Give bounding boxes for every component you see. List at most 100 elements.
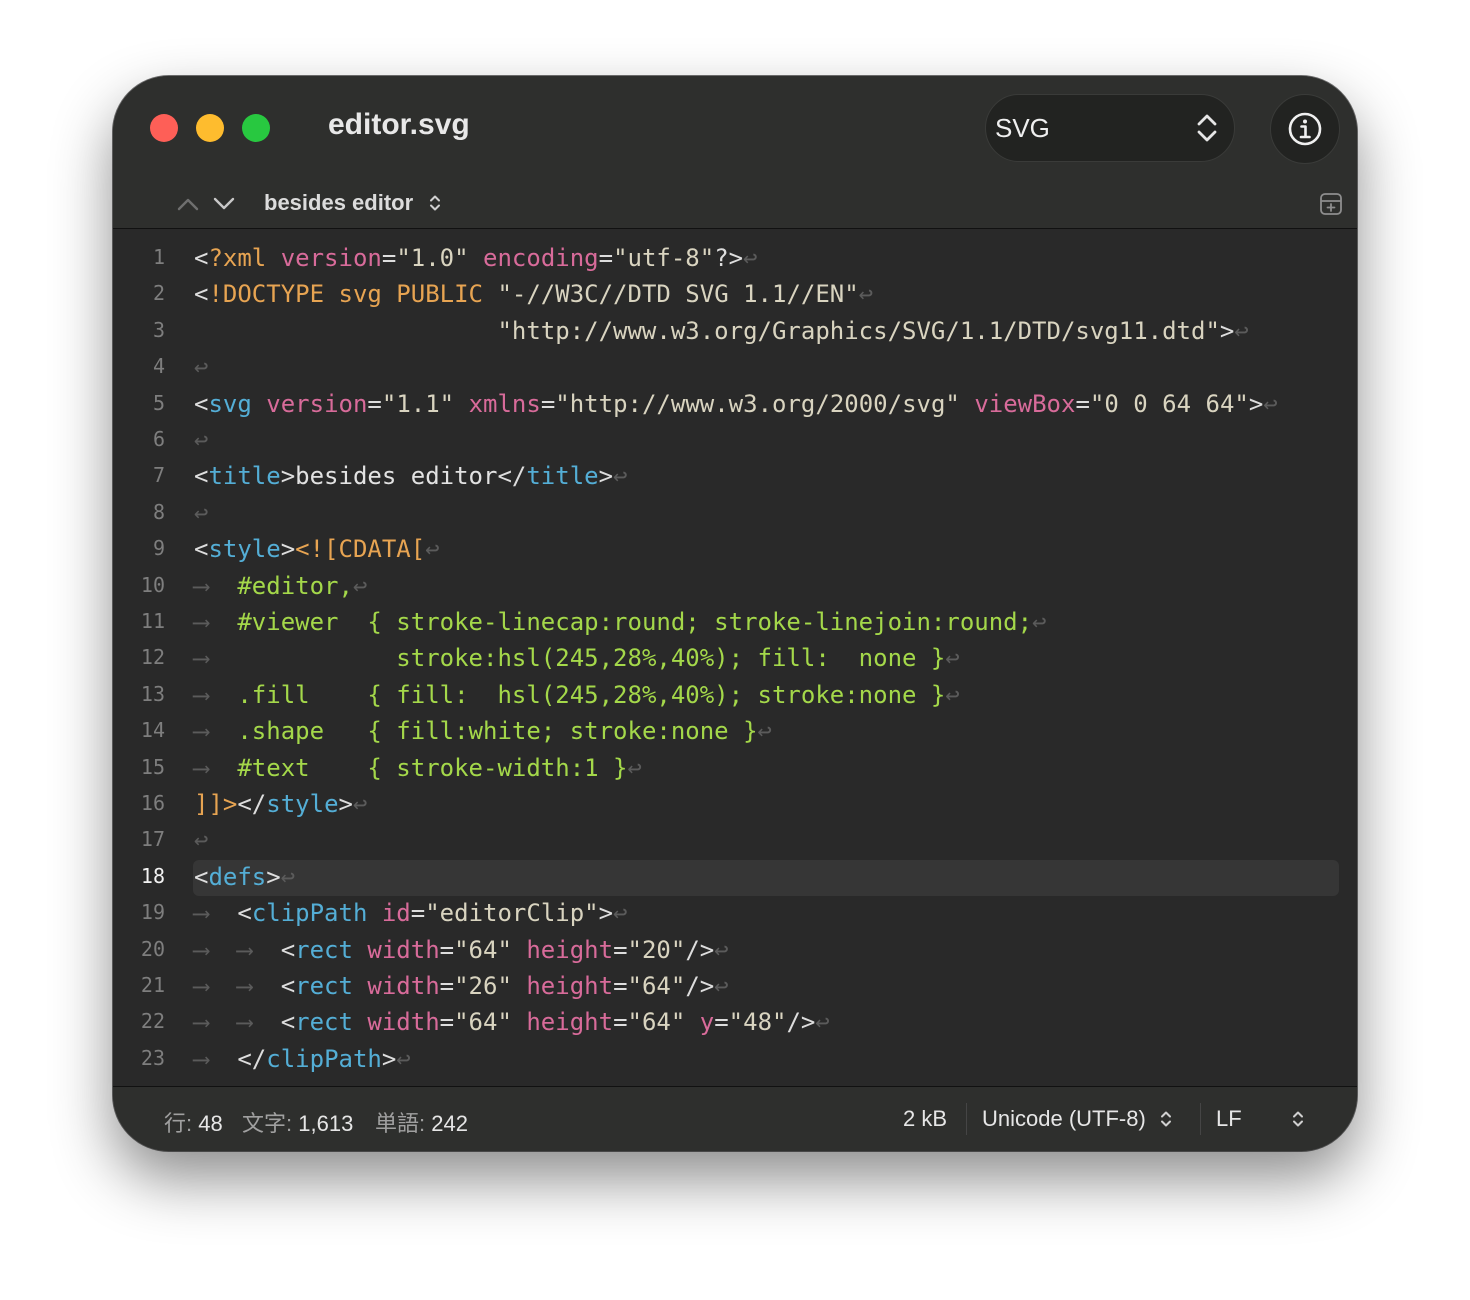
code-line[interactable]: 17 ↩ <box>113 823 1357 859</box>
close-button[interactable] <box>150 114 178 142</box>
code-token: rect <box>295 1008 353 1037</box>
code-token: id <box>381 899 411 928</box>
code-token: version <box>280 244 382 272</box>
chevron-up-down-icon <box>1292 1109 1304 1135</box>
syntax-style-popup[interactable]: SVG <box>985 94 1235 162</box>
chevron-up-down-icon <box>429 193 441 219</box>
code-token: .fill { fill: hsl(245,28%,40%); stroke:n… <box>237 680 946 709</box>
status-bar: 行: 48 文字: 1,613 単語: 242 2 kB Unicode (UT… <box>113 1086 1357 1151</box>
code-token: = <box>613 972 628 1000</box>
code-text: ↩ <box>194 426 208 454</box>
code-text: ⟶ ⟶ <rect width="26" height="64"/>↩ <box>194 972 729 1000</box>
code-token: = <box>598 244 614 272</box>
invisible-character: ↩ <box>425 535 440 564</box>
line-number: 7 <box>152 463 165 488</box>
editor-window: editor.svg SVG besides editor 1 <?xml ve… <box>113 76 1357 1151</box>
code-line[interactable]: 18 <defs>↩ <box>113 859 1357 896</box>
line-ending-menu[interactable]: LF <box>1216 1106 1304 1135</box>
code-text: <style><![CDATA[↩ <box>194 535 440 563</box>
code-token: clipPath <box>251 899 368 928</box>
code-line[interactable]: 13 ⟶ .fill { fill: hsl(245,28%,40%); stro… <box>113 678 1357 714</box>
code-line[interactable]: 12 ⟶ stroke:hsl(245,28%,40%); fill: none … <box>113 641 1357 677</box>
code-token: "-//W3C//DTD SVG 1.1//EN" <box>497 280 859 309</box>
status-divider <box>966 1103 967 1135</box>
outline-menu[interactable]: besides editor <box>264 190 441 219</box>
code-line[interactable]: 1 <?xml version="1.0" encoding="utf-8"?>↩ <box>113 241 1357 277</box>
invisible-character: ⟶ ⟶ <box>194 1008 281 1037</box>
code-token: stroke:hsl(245,28%,40%); fill: none } <box>237 644 946 673</box>
invisible-character: ⟶ <box>194 608 238 636</box>
code-text: ⟶ </clipPath>↩ <box>194 1045 411 1073</box>
cursor-line-count: 行: 48 <box>164 1111 223 1136</box>
code-token: y <box>699 1008 715 1037</box>
code-text: <defs>↩ <box>194 863 295 891</box>
code-token: #editor, <box>237 571 353 600</box>
chevron-up-icon <box>177 198 199 211</box>
code-token: style <box>266 790 339 818</box>
invisible-character: ↩ <box>396 1044 411 1073</box>
code-token: </ <box>497 462 527 491</box>
code-token: = <box>540 389 556 418</box>
encoding-menu[interactable]: Unicode (UTF-8) <box>982 1106 1172 1135</box>
code-line[interactable]: 9 <style><![CDATA[↩ <box>113 532 1357 568</box>
code-line[interactable]: 20 ⟶ ⟶ <rect width="64" height="20"/>↩ <box>113 933 1357 969</box>
info-button[interactable] <box>1270 94 1340 164</box>
code-token: "editorClip" <box>425 899 599 928</box>
code-token: </ <box>237 1044 267 1073</box>
code-text: "http://www.w3.org/Graphics/SVG/1.1/DTD/… <box>194 317 1248 345</box>
line-number: 4 <box>152 354 165 379</box>
code-text: ⟶ stroke:hsl(245,28%,40%); fill: none }↩ <box>194 644 960 672</box>
code-token: > <box>338 790 353 818</box>
code-line[interactable]: 11 ⟶ #viewer { stroke-linecap:round; stro… <box>113 605 1357 641</box>
zoom-button[interactable] <box>242 114 270 142</box>
previous-item-button[interactable] <box>177 196 199 217</box>
invisible-character: ⟶ <box>194 717 238 746</box>
code-text: ]]></style>↩ <box>194 790 367 818</box>
code-line[interactable]: 5 <svg version="1.1" xmlns="http://www.w3… <box>113 387 1357 423</box>
code-line[interactable]: 6 ↩ <box>113 423 1357 459</box>
code-line[interactable]: 2 <!DOCTYPE svg PUBLIC "-//W3C//DTD SVG 1… <box>113 277 1357 313</box>
invisible-character: ↩ <box>815 1008 830 1037</box>
line-number: 2 <box>152 281 165 306</box>
split-editor-button[interactable] <box>1319 192 1343 221</box>
code-line[interactable]: 15 ⟶ #text { stroke-width:1 }↩ <box>113 751 1357 787</box>
code-line[interactable]: 7 <title>besides editor</title>↩ <box>113 459 1357 495</box>
code-line[interactable]: 16]]></style>↩ <box>113 787 1357 823</box>
code-line[interactable]: 22 ⟶ ⟶ <rect width="64" height="64" y="48… <box>113 1005 1357 1041</box>
code-line[interactable]: 23 ⟶ </clipPath>↩ <box>113 1042 1357 1078</box>
code-token: "26" <box>454 972 512 1000</box>
code-line[interactable]: 10 ⟶ #editor,↩ <box>113 569 1357 605</box>
line-number: 17 <box>140 827 165 852</box>
code-line[interactable]: 19 ⟶ <clipPath id="editorClip">↩ <box>113 896 1357 932</box>
line-number: 14 <box>140 718 165 743</box>
invisible-character: ↩ <box>714 935 729 964</box>
code-line[interactable]: 8 ↩ <box>113 496 1357 532</box>
code-line[interactable]: 3 "http://www.w3.org/Graphics/SVG/1.1/DT… <box>113 314 1357 350</box>
code-token: = <box>613 935 628 964</box>
next-item-button[interactable] <box>213 196 235 217</box>
invisible-character: ↩ <box>352 790 368 818</box>
code-line[interactable]: 14 ⟶ .shape { fill:white; stroke:none }↩ <box>113 714 1357 750</box>
invisible-character: ↩ <box>743 244 758 272</box>
invisible-character: ↩ <box>714 972 729 1000</box>
code-line[interactable]: 21 ⟶ ⟶ <rect width="26" height="64"/>↩ <box>113 969 1357 1005</box>
code-token: </ <box>237 790 267 818</box>
file-size: 2 kB <box>903 1106 948 1131</box>
title-bar: editor.svg SVG besides editor <box>113 76 1357 229</box>
code-token: "0 0 64 64" <box>1089 389 1249 418</box>
code-editor[interactable]: 1 <?xml version="1.0" encoding="utf-8"?>↩… <box>113 229 1357 1086</box>
invisible-character: ↩ <box>194 498 209 527</box>
line-number: 23 <box>140 1045 165 1070</box>
code-line[interactable]: 4 ↩ <box>113 350 1357 386</box>
invisible-character: ⟶ ⟶ <box>194 935 281 964</box>
code-token: width <box>367 972 440 1000</box>
code-token: "64" <box>454 1008 512 1037</box>
minimize-button[interactable] <box>196 114 224 142</box>
code-token: height <box>526 972 614 1000</box>
invisible-character: ↩ <box>1032 608 1047 636</box>
